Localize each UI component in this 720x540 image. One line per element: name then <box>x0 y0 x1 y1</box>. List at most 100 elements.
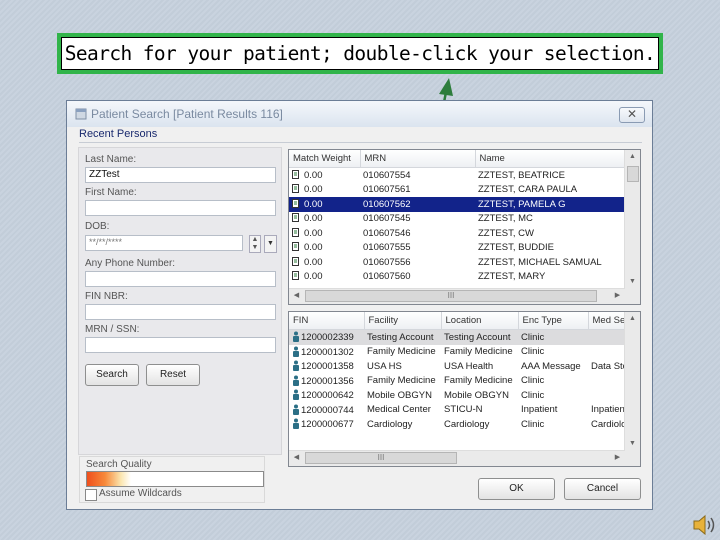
dob-spinner[interactable]: ▲ ▼ <box>249 235 261 253</box>
scroll-corner <box>625 289 640 304</box>
dob-dropdown-button[interactable]: ▼ <box>264 235 277 253</box>
ok-button[interactable]: OK <box>478 478 555 500</box>
column-header[interactable]: Facility <box>364 312 442 330</box>
person-row[interactable]: 0.00 010607560 ZZTEST, MARY <box>289 270 627 285</box>
facility-cell: Mobile OBGYN <box>367 389 432 401</box>
column-header[interactable]: Location <box>441 312 519 330</box>
scroll-right-icon[interactable]: ▶ <box>610 289 625 303</box>
scroll-down-icon[interactable]: ▼ <box>625 275 640 289</box>
encounter-results-hscroll[interactable]: ◀ III ▶ <box>289 450 625 466</box>
match-weight-cell: 0.00 <box>289 255 360 270</box>
encounter-row[interactable]: 1200002339 Testing Account Testing Account… <box>289 329 640 345</box>
person-icon <box>293 346 299 357</box>
patient-name-cell: ZZTEST, CARA PAULA <box>478 184 578 196</box>
encounter-icon <box>292 271 299 281</box>
person-row[interactable]: 0.00 010607554 ZZTEST, BEATRICE <box>289 168 627 183</box>
person-row[interactable]: 0.00 010607555 ZZTEST, BUDDIE <box>289 241 627 256</box>
fin-cell: 1200000642 <box>289 388 364 403</box>
person-row[interactable]: 0.00 010607562 ZZTEST, PAMELA G <box>289 197 627 212</box>
mrn-cell: 010607555 <box>363 242 411 254</box>
scroll-up-icon[interactable]: ▲ <box>625 312 640 326</box>
match-weight-value: 0.00 <box>304 256 323 268</box>
column-header[interactable]: MRN <box>360 150 476 168</box>
encounter-row[interactable]: 1200001356 Family Medicine Family Medicine… <box>289 374 640 389</box>
match-weight-value: 0.00 <box>304 242 323 254</box>
match-weight-value: 0.00 <box>304 169 323 181</box>
search-quality-meter <box>86 471 264 487</box>
encounter-row[interactable]: 1200001302 Family Medicine Family Medicine… <box>289 345 640 360</box>
mrn-cell: 010607545 <box>363 213 411 225</box>
fin-cell: 1200001302 <box>289 345 364 360</box>
last-name-field[interactable]: ZZTest <box>85 167 276 183</box>
column-header[interactable]: FIN <box>289 312 365 330</box>
mrn-cell: 010607560 <box>363 271 411 283</box>
encounter-icon <box>292 256 299 266</box>
instruction-text: Search for your patient; double-click yo… <box>61 37 659 70</box>
dob-field[interactable]: **/**/**** <box>85 235 243 251</box>
search-criteria-panel: Last Name: ZZTest First Name: DOB: **/**… <box>78 147 282 455</box>
person-row[interactable]: 0.00 010607546 ZZTEST, CW <box>289 226 627 241</box>
encounter-results-vscroll[interactable]: ▲ ▼ <box>624 312 640 451</box>
mrn-cell: 010607562 <box>360 197 475 212</box>
person-icon <box>293 418 299 430</box>
fin-field[interactable] <box>85 304 276 320</box>
vscroll-thumb[interactable] <box>627 166 639 182</box>
fin-value: 1200001356 <box>301 375 354 387</box>
person-results-hscroll[interactable]: ◀ III ▶ <box>289 288 625 304</box>
scroll-down-icon[interactable]: ▼ <box>625 437 640 451</box>
encounter-row[interactable]: 1200000744 Medical Center STICU-N Inpatient… <box>289 403 640 418</box>
assume-wildcards-checkbox[interactable] <box>85 489 97 501</box>
encounter-results-table: FIN Facility Location Enc Type Med Service 1… <box>289 312 640 432</box>
location-cell: Family Medicine <box>444 375 513 387</box>
mrn-cell: 010607561 <box>363 184 411 196</box>
first-name-field[interactable] <box>85 200 276 216</box>
scroll-left-icon[interactable]: ◀ <box>289 289 304 303</box>
person-icon <box>293 360 299 372</box>
encounter-row[interactable]: 1200001358 USA HS USA Health AAA Message Dat… <box>289 359 640 374</box>
column-header[interactable]: Enc Type <box>518 312 589 330</box>
fin-cell: 1200002339 <box>289 329 364 345</box>
person-row[interactable]: 0.00 010607561 ZZTEST, CARA PAULA <box>289 183 627 198</box>
patient-name-cell: ZZTEST, MARY <box>478 271 546 283</box>
person-row[interactable]: 0.00 010607545 ZZTEST, MC <box>289 212 627 227</box>
section-divider <box>79 142 642 143</box>
column-header[interactable]: Name <box>475 150 628 168</box>
hscroll-thumb[interactable]: III <box>305 452 457 464</box>
person-row[interactable]: 0.00 010607556 ZZTEST, MICHAEL SAMUAL <box>289 255 627 270</box>
mrn-label: MRN / SSN: <box>85 324 140 335</box>
scroll-up-icon[interactable]: ▲ <box>625 150 640 164</box>
reset-button[interactable]: Reset <box>146 364 200 386</box>
phone-field[interactable] <box>85 271 276 287</box>
facility-cell: Cardiology <box>367 418 413 430</box>
match-weight-cell: 0.00 <box>289 226 360 241</box>
encounter-icon <box>292 198 299 208</box>
enc-type-cell: Clinic <box>521 375 545 387</box>
person-results-vscroll[interactable]: ▲ ▼ <box>624 150 640 289</box>
search-button[interactable]: Search <box>85 364 139 386</box>
column-header[interactable]: Match Weight <box>289 150 361 168</box>
match-weight-value: 0.00 <box>304 213 323 225</box>
assume-wildcards-label[interactable]: Assume Wildcards <box>99 488 182 499</box>
match-weight-cell: 0.00 <box>289 168 360 183</box>
scroll-left-icon[interactable]: ◀ <box>289 451 304 465</box>
match-weight-cell: 0.00 <box>289 241 360 256</box>
recent-persons-label[interactable]: Recent Persons <box>79 128 157 140</box>
match-weight-value: 0.00 <box>304 198 323 210</box>
location-cell: Mobile OBGYN <box>444 389 509 401</box>
close-button[interactable]: ✕ <box>619 107 645 123</box>
fin-cell: 1200001356 <box>289 374 364 389</box>
encounter-row[interactable]: 1200000642 Mobile OBGYN Mobile OBGYN Clinic <box>289 388 640 403</box>
encounter-icon <box>292 213 299 223</box>
hscroll-thumb[interactable]: III <box>305 290 597 302</box>
title-bar[interactable]: Patient Search [Patient Results 116] ✕ <box>67 101 652 127</box>
scroll-right-icon[interactable]: ▶ <box>610 451 625 465</box>
location-cell: Testing Account <box>441 329 518 345</box>
speaker-icon[interactable] <box>692 513 718 537</box>
encounter-icon <box>292 169 299 179</box>
cancel-button[interactable]: Cancel <box>564 478 641 500</box>
fin-value: 1200000744 <box>301 404 354 416</box>
search-quality-label: Search Quality <box>86 459 152 470</box>
instruction-banner: Search for your patient; double-click yo… <box>57 33 663 74</box>
encounter-row[interactable]: 1200000677 Cardiology Cardiology Clinic Card… <box>289 417 640 432</box>
mrn-field[interactable] <box>85 337 276 353</box>
